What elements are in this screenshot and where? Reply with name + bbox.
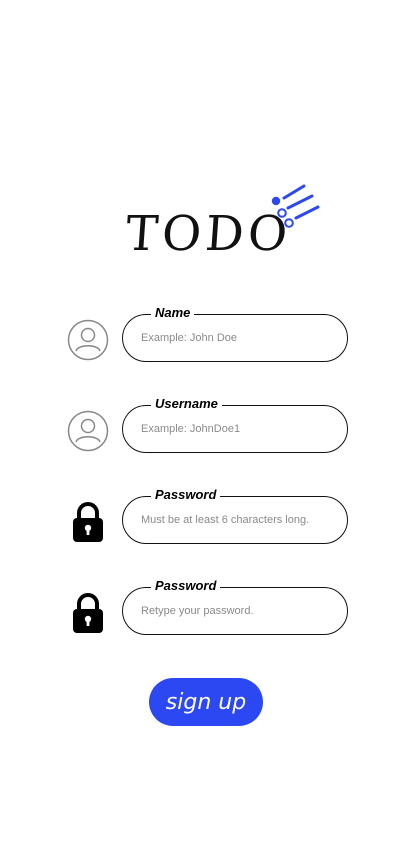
name-input[interactable] [141,327,331,349]
user-circle-icon [67,410,109,452]
name-field: Name [122,305,348,362]
confirm-password-label: Password [151,578,221,594]
password-label: Password [151,487,221,503]
name-row: Name [66,305,356,366]
password-input[interactable] [141,509,331,531]
sign-up-button[interactable]: sign up [149,678,263,726]
lock-icon [73,593,103,633]
confirm-password-row: Password [66,578,356,639]
lock-icon [73,502,103,542]
name-label: Name [151,305,195,321]
password-row: Password [66,487,356,548]
app-logo: TODO [124,180,326,270]
user-circle-icon [67,319,109,361]
username-label: Username [151,396,222,412]
password-field: Password [122,487,348,544]
username-row: Username [66,396,356,457]
username-field: Username [122,396,348,453]
confirm-password-input[interactable] [141,600,331,622]
checklist-icon [271,184,320,228]
username-input[interactable] [141,418,331,440]
confirm-password-field: Password [122,578,348,635]
